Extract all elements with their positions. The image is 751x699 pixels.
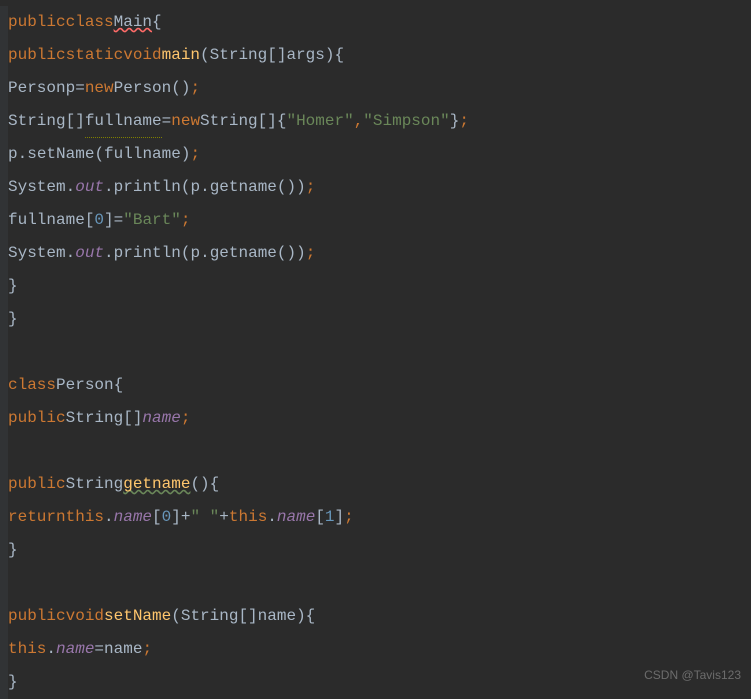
field-name: name (142, 402, 180, 435)
keyword-class: class (8, 369, 56, 402)
class-main: Main (114, 6, 152, 39)
keyword-void: void (66, 600, 104, 633)
code-line: System.out.println(p.getname()); (0, 171, 751, 204)
class-system: System (8, 171, 66, 204)
code-line: public void setName(String[] name) { (0, 600, 751, 633)
string-space: " " (190, 501, 219, 534)
number-0: 0 (94, 204, 104, 237)
keyword-return: return (8, 501, 66, 534)
method-getname: getname (123, 468, 190, 501)
field-name: name (114, 501, 152, 534)
keyword-static: static (66, 39, 124, 72)
code-line: p.setName(fullname); (0, 138, 751, 171)
method-println: println (114, 237, 181, 270)
string-homer: "Homer" (286, 105, 353, 138)
code-line: } (0, 270, 751, 303)
var-p: p (8, 138, 18, 171)
method-setname: setName (104, 600, 171, 633)
type-string: String (66, 402, 124, 435)
keyword-class: class (66, 6, 114, 39)
type-string: String (66, 468, 124, 501)
brace: } (8, 534, 18, 567)
type-string: String (181, 600, 239, 633)
code-line: } (0, 666, 751, 699)
ctor-person: Person (114, 72, 172, 105)
code-line-empty (0, 435, 751, 468)
param-name: name (258, 600, 296, 633)
keyword-this: this (66, 501, 104, 534)
code-line: return this.name[0] + " " + this.name[1]… (0, 501, 751, 534)
code-line: fullname[0]="Bart"; (0, 204, 751, 237)
brace: { (152, 6, 162, 39)
method-setname: setName (27, 138, 94, 171)
code-line: public class Main { (0, 6, 751, 39)
keyword-public: public (8, 39, 66, 72)
keyword-public: public (8, 468, 66, 501)
code-line: System.out.println(p.getname()); (0, 237, 751, 270)
keyword-new: new (85, 72, 114, 105)
code-line: String[] fullname = new String[]{"Homer"… (0, 105, 751, 138)
string-simpson: "Simpson" (363, 105, 449, 138)
code-line: class Person { (0, 369, 751, 402)
method-getname: getname (210, 237, 277, 270)
number-0: 0 (162, 501, 172, 534)
class-system: System (8, 237, 66, 270)
code-editor: public class Main { public static void m… (0, 6, 751, 699)
var-p: p (66, 72, 76, 105)
code-line: } (0, 534, 751, 567)
method-println: println (114, 171, 181, 204)
code-line: Person p = new Person(); (0, 72, 751, 105)
type-string: String (210, 39, 268, 72)
code-line: public String[] name; (0, 402, 751, 435)
keyword-void: void (123, 39, 161, 72)
code-line-empty (0, 336, 751, 369)
field-name: name (277, 501, 315, 534)
code-line: } (0, 303, 751, 336)
var-fullname: fullname (8, 204, 85, 237)
keyword-public: public (8, 6, 66, 39)
var-fullname: fullname (85, 105, 162, 139)
field-out: out (75, 237, 104, 270)
code-line: public static void main(String[] args) { (0, 39, 751, 72)
code-line: this.name = name; (0, 633, 751, 666)
watermark: CSDN @Tavis123 (644, 663, 741, 688)
keyword-this: this (229, 501, 267, 534)
type-person: Person (8, 72, 66, 105)
keyword-public: public (8, 600, 66, 633)
class-person: Person (56, 369, 114, 402)
var-name: name (104, 633, 142, 666)
keyword-new: new (171, 105, 200, 138)
type-string: String (8, 105, 66, 138)
method-main: main (162, 39, 200, 72)
code-line: public String getname() { (0, 468, 751, 501)
keyword-this: this (8, 633, 46, 666)
method-getname: getname (210, 171, 277, 204)
brace: } (8, 270, 18, 303)
param-args: args (286, 39, 324, 72)
keyword-public: public (8, 402, 66, 435)
number-1: 1 (325, 501, 335, 534)
field-out: out (75, 171, 104, 204)
field-name: name (56, 633, 94, 666)
code-line-empty (0, 567, 751, 600)
string-bart: "Bart" (123, 204, 181, 237)
brace: } (8, 303, 18, 336)
